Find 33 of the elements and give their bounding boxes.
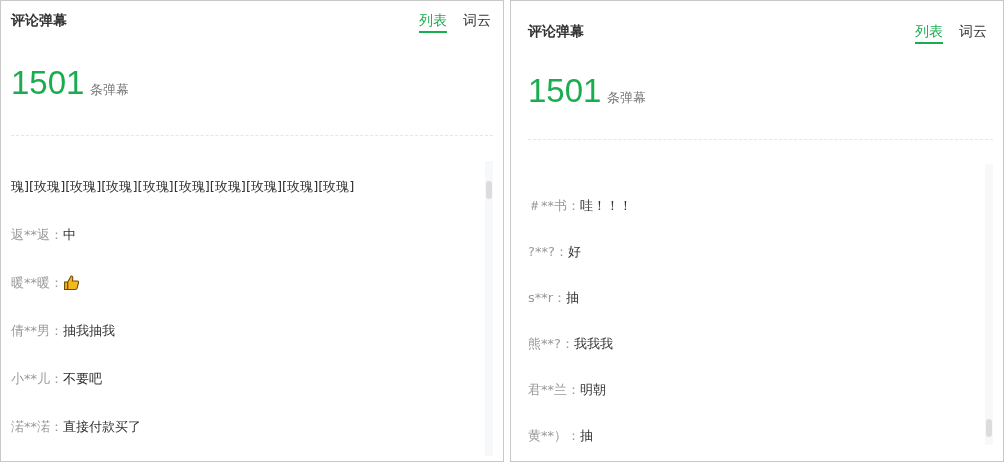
user-name: 君**兰： bbox=[528, 381, 580, 399]
user-name: 倩**男： bbox=[11, 322, 63, 340]
thumbs-up-icon bbox=[63, 274, 80, 291]
comment-text: 我我我 bbox=[573, 335, 614, 353]
comment-count: 1501 bbox=[11, 63, 85, 103]
comment-text: 明朝 bbox=[580, 381, 607, 399]
comment-text: 瑰][玫瑰][玫瑰][玫瑰][玫瑰][玫瑰][玫瑰][玫瑰][玫瑰][玫瑰] bbox=[11, 178, 356, 196]
comment-text: 好 bbox=[567, 243, 582, 261]
panel-title: 评论弹幕 bbox=[11, 11, 67, 30]
comment-text: 中 bbox=[63, 226, 77, 244]
count-unit: 条弹幕 bbox=[90, 81, 130, 99]
user-name: s**r： bbox=[528, 289, 567, 307]
user-name: 黄**）： bbox=[528, 427, 580, 445]
view-tab[interactable]: 词云 bbox=[463, 10, 491, 33]
comment-text: 不要吧 bbox=[63, 370, 103, 388]
user-name: ＃**书： bbox=[528, 197, 580, 215]
count-unit: 条弹幕 bbox=[607, 89, 647, 107]
user-name: 渃**渃： bbox=[11, 418, 63, 436]
user-name: ?**?： bbox=[528, 243, 568, 261]
scrollbar-thumb[interactable] bbox=[486, 181, 492, 199]
comment-text: 抽 bbox=[580, 427, 594, 445]
user-name: 小**儿： bbox=[11, 370, 63, 388]
comment-text: 抽我抽我 bbox=[63, 322, 116, 340]
comment-text: 哇！！！ bbox=[580, 197, 633, 215]
user-name: 熊**?： bbox=[528, 335, 574, 353]
user-name: 返**返： bbox=[11, 226, 63, 244]
comment-text: 直接付款买了 bbox=[63, 418, 142, 436]
comment-text: 抽 bbox=[566, 289, 581, 307]
scrollbar-thumb[interactable] bbox=[986, 419, 992, 437]
comment-count: 1501 bbox=[528, 71, 602, 111]
panel-title: 评论弹幕 bbox=[528, 22, 584, 41]
view-tab[interactable]: 词云 bbox=[959, 21, 987, 44]
user-name: 暖**暖： bbox=[11, 274, 63, 292]
